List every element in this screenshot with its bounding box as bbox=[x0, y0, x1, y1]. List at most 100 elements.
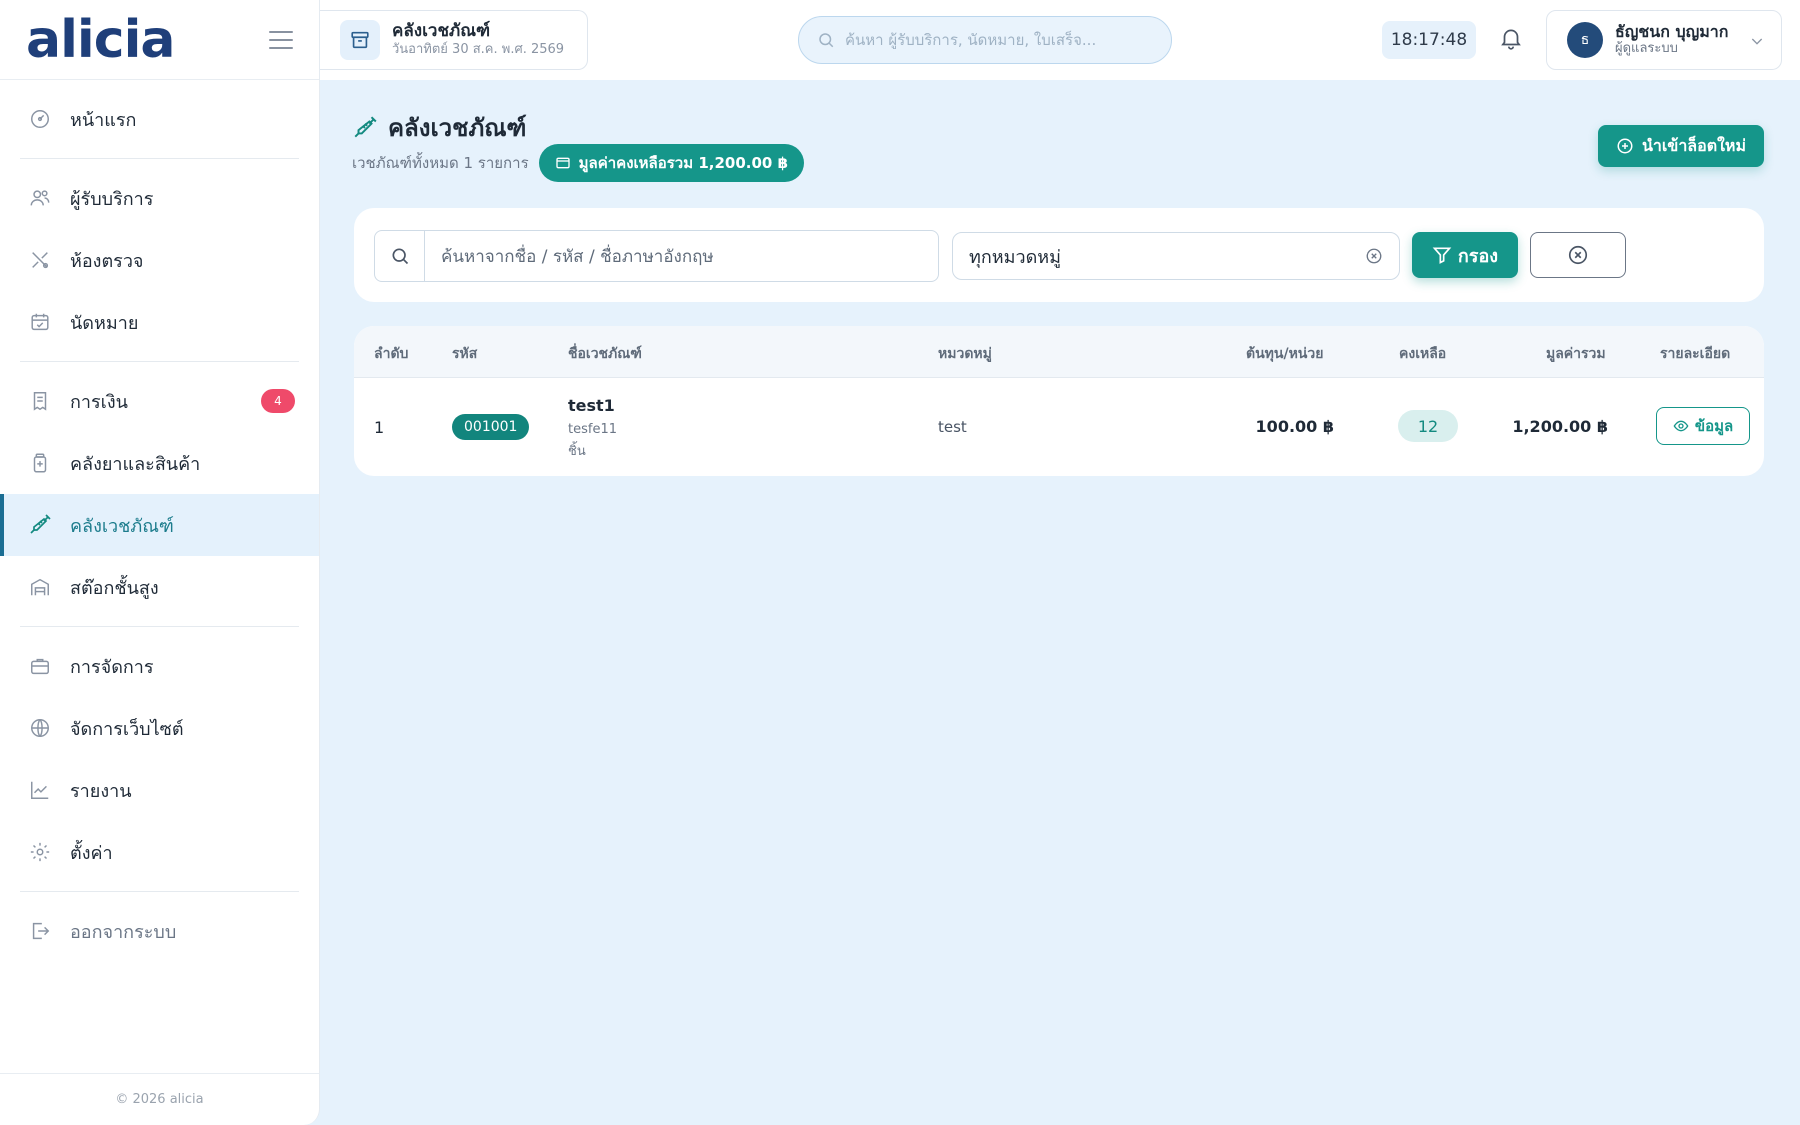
users-icon bbox=[28, 186, 52, 210]
archive-box-icon bbox=[340, 20, 380, 60]
topbar: คลังเวชภัณฑ์ วันอาทิตย์ 30 ส.ค. พ.ศ. 256… bbox=[320, 0, 1800, 80]
briefcase-icon bbox=[28, 654, 52, 678]
item-count-text: เวชภัณฑ์ทั้งหมด 1 รายการ bbox=[352, 154, 529, 172]
sidebar-item-label: ผู้รับบริการ bbox=[70, 188, 154, 210]
logout-icon bbox=[28, 919, 52, 943]
sidebar-item-exam-room[interactable]: ห้องตรวจ bbox=[0, 229, 319, 291]
sidebar-item-patients[interactable]: ผู้รับบริการ bbox=[0, 167, 319, 229]
sidebar-item-label: นัดหมาย bbox=[70, 312, 139, 334]
user-role: ผู้ดูแลระบบ bbox=[1615, 41, 1678, 56]
supply-search-input[interactable]: ค้นหาจากชื่อ / รหัส / ชื่อภาษาอังกฤษ bbox=[374, 230, 939, 282]
filter-panel: ค้นหาจากชื่อ / รหัส / ชื่อภาษาอังกฤษ ทุก… bbox=[354, 208, 1764, 302]
sidebar-item-label: ห้องตรวจ bbox=[70, 250, 144, 272]
category-select-value: ทุกหมวดหมู่ bbox=[969, 246, 1062, 268]
col-header-code: รหัส bbox=[452, 346, 478, 362]
import-lot-button[interactable]: นำเข้าล็อตใหม่ bbox=[1598, 125, 1764, 167]
sidebar-item-appointments[interactable]: นัดหมาย bbox=[0, 291, 319, 353]
dashboard-gauge-icon bbox=[28, 107, 52, 131]
receipt-icon bbox=[28, 389, 52, 413]
sidebar-item-management[interactable]: การจัดการ bbox=[0, 635, 319, 697]
sidebar-footer: © 2026 alicia bbox=[0, 1073, 319, 1125]
row-total: 1,200.00 ฿ bbox=[1512, 417, 1608, 436]
app-logo[interactable]: alicia bbox=[26, 14, 175, 66]
col-header-remaining: คงเหลือ bbox=[1399, 346, 1447, 362]
sidebar-item-label: สต๊อกชั้นสูง bbox=[70, 577, 159, 599]
row-unit: ชิ้น bbox=[568, 444, 586, 459]
sidebar-item-website[interactable]: จัดการเว็บไซต์ bbox=[0, 697, 319, 759]
page-title-text: คลังเวชภัณฑ์ bbox=[388, 114, 527, 142]
row-remaining-badge: 12 bbox=[1398, 410, 1458, 442]
logo-row: alicia bbox=[0, 0, 319, 80]
plus-circle-icon bbox=[1616, 137, 1634, 155]
search-icon bbox=[817, 31, 835, 49]
col-header-unit-cost: ต้นทุน/หน่วย bbox=[1246, 346, 1324, 362]
sidebar-item-label: คลังเวชภัณฑ์ bbox=[70, 515, 174, 537]
col-header-name: ชื่อเวชภัณฑ์ bbox=[568, 346, 642, 362]
line-chart-icon bbox=[28, 778, 52, 802]
wallet-icon bbox=[555, 155, 571, 171]
sidebar-item-label: หน้าแรก bbox=[70, 109, 137, 131]
clock-display: 18:17:48 bbox=[1382, 21, 1476, 59]
supplies-table: ลำดับ รหัส ชื่อเวชภัณฑ์ หมวดหมู่ ต้นทุน/… bbox=[354, 326, 1764, 476]
user-name: ธัญชนก บุญมาก bbox=[1615, 22, 1729, 42]
sidebar-item-pharmacy[interactable]: คลังยาและสินค้า bbox=[0, 432, 319, 494]
sidebar-item-label: จัดการเว็บไซต์ bbox=[70, 718, 184, 740]
stethoscope-icon bbox=[28, 248, 52, 272]
globe-icon bbox=[28, 716, 52, 740]
user-menu[interactable]: ธ ธัญชนก บุญมาก ผู้ดูแลระบบ bbox=[1546, 10, 1782, 70]
global-search-placeholder: ค้นหา ผู้รับบริการ, นัดหมาย, ใบเสร็จ... bbox=[845, 31, 1097, 49]
gear-icon bbox=[28, 840, 52, 864]
sidebar-item-label: การจัดการ bbox=[70, 656, 154, 678]
sidebar-item-label: คลังยาและสินค้า bbox=[70, 453, 201, 475]
eye-icon bbox=[1673, 418, 1689, 434]
category-select[interactable]: ทุกหมวดหมู่ bbox=[952, 232, 1400, 280]
funnel-icon bbox=[1432, 245, 1452, 265]
finance-count-badge: 4 bbox=[261, 389, 295, 413]
col-header-detail: รายละเอียด bbox=[1660, 346, 1731, 362]
avatar: ธ bbox=[1567, 22, 1603, 58]
row-index: 1 bbox=[374, 418, 385, 437]
syringe-icon bbox=[28, 513, 52, 537]
medicine-bottle-icon bbox=[28, 451, 52, 475]
filter-button[interactable]: กรอง bbox=[1412, 232, 1518, 278]
sidebar-item-reports[interactable]: รายงาน bbox=[0, 759, 319, 821]
import-lot-label: นำเข้าล็อตใหม่ bbox=[1641, 135, 1747, 155]
row-detail-label: ข้อมูล bbox=[1694, 417, 1734, 435]
reset-filter-button[interactable] bbox=[1530, 232, 1626, 278]
supply-search-placeholder: ค้นหาจากชื่อ / รหัส / ชื่อภาษาอังกฤษ bbox=[441, 246, 714, 267]
sidebar-item-settings[interactable]: ตั้งค่า bbox=[0, 821, 319, 883]
warehouse-icon bbox=[28, 575, 52, 599]
col-header-index: ลำดับ bbox=[374, 346, 409, 362]
summary-row: เวชภัณฑ์ทั้งหมด 1 รายการ มูลค่าคงเหลือรว… bbox=[352, 144, 805, 182]
page-title: คลังเวชภัณฑ์ bbox=[352, 108, 526, 147]
sidebar-item-finance[interactable]: การเงิน 4 bbox=[0, 370, 319, 432]
calendar-check-icon bbox=[28, 310, 52, 334]
close-circle-icon bbox=[1567, 244, 1589, 266]
menu-toggle-icon[interactable] bbox=[269, 30, 293, 49]
notification-bell-icon[interactable] bbox=[1498, 24, 1526, 54]
row-category: test bbox=[938, 418, 967, 436]
sidebar: alicia หน้าแรก ผู้รับบริการ ห้องตรวจ นัด… bbox=[0, 0, 320, 1125]
table-row[interactable]: 1 001001 test1 tesfe11 ชิ้น test 100.00 … bbox=[354, 378, 1764, 476]
current-date: วันอาทิตย์ 30 ส.ค. พ.ศ. 2569 bbox=[392, 41, 565, 57]
syringe-icon bbox=[352, 115, 378, 141]
current-page-title: คลังเวชภัณฑ์ bbox=[392, 21, 491, 42]
sidebar-item-label: รายงาน bbox=[70, 780, 132, 802]
sidebar-item-logout[interactable]: ออกจากระบบ bbox=[0, 900, 319, 962]
clear-circle-icon[interactable] bbox=[1365, 247, 1383, 265]
row-detail-button[interactable]: ข้อมูล bbox=[1656, 407, 1750, 445]
sidebar-item-medical-supplies[interactable]: คลังเวชภัณฑ์ bbox=[0, 494, 319, 556]
table-header: ลำดับ รหัส ชื่อเวชภัณฑ์ หมวดหมู่ ต้นทุน/… bbox=[354, 326, 1764, 378]
col-header-category: หมวดหมู่ bbox=[938, 346, 992, 362]
sidebar-item-advanced-stock[interactable]: สต๊อกชั้นสูง bbox=[0, 556, 319, 618]
row-unit-cost: 100.00 ฿ bbox=[1255, 417, 1334, 436]
global-search-input[interactable]: ค้นหา ผู้รับบริการ, นัดหมาย, ใบเสร็จ... bbox=[798, 16, 1172, 64]
row-name-en: tesfe11 bbox=[568, 422, 617, 437]
sidebar-item-home[interactable]: หน้าแรก bbox=[0, 88, 319, 150]
sidebar-item-label: ตั้งค่า bbox=[70, 842, 113, 864]
row-code-badge: 001001 bbox=[452, 414, 530, 440]
sidebar-item-label: การเงิน bbox=[70, 391, 128, 413]
sidebar-nav: หน้าแรก ผู้รับบริการ ห้องตรวจ นัดหมาย กา… bbox=[0, 80, 319, 962]
current-page-chip: คลังเวชภัณฑ์ วันอาทิตย์ 30 ส.ค. พ.ศ. 256… bbox=[320, 10, 588, 70]
total-value-badge: มูลค่าคงเหลือรวม 1,200.00 ฿ bbox=[538, 144, 805, 182]
